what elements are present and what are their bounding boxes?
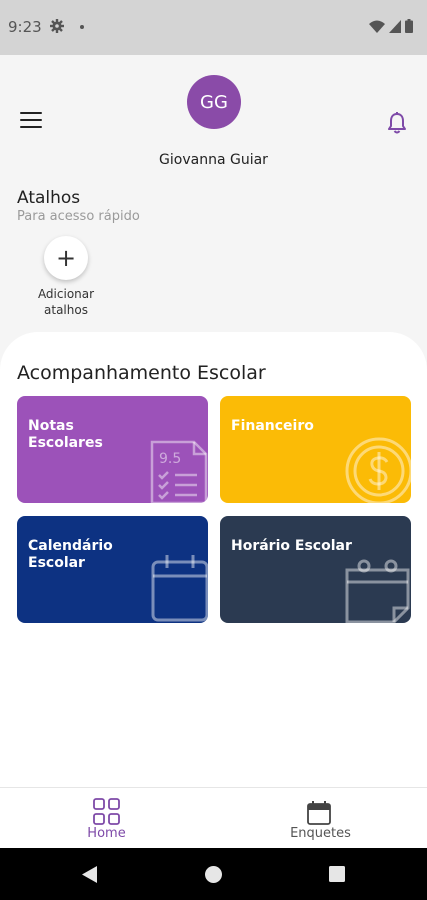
status-indicators <box>369 19 413 33</box>
cell-signal-icon <box>389 19 401 33</box>
nav-polls-label: Enquetes <box>290 826 351 841</box>
calendar-polls-icon <box>307 801 331 825</box>
add-shortcut-label-line1: Adicionar <box>37 287 95 301</box>
nav-home-label: Home <box>87 826 126 841</box>
app-header: GG Giovanna Guiar <box>0 55 427 180</box>
card-financial[interactable]: Financeiro <box>220 396 411 503</box>
recents-icon[interactable] <box>329 866 345 882</box>
card-schedule[interactable]: Horário Escolar <box>220 516 411 623</box>
card-calendar[interactable]: Calendário Escolar <box>17 516 208 623</box>
bottom-navigation: Home Enquetes <box>0 787 427 848</box>
card-financial-label: Financeiro <box>231 418 314 434</box>
nav-polls[interactable]: Enquetes <box>214 788 427 849</box>
calendar-icon <box>151 555 208 622</box>
status-bar: 9:23 <box>0 0 427 55</box>
shortcuts-title: Atalhos <box>17 188 81 208</box>
system-navigation-bar <box>0 848 427 900</box>
avatar[interactable]: GG <box>187 75 241 129</box>
status-time: 9:23 <box>8 18 42 36</box>
hamburger-menu-icon[interactable] <box>20 112 42 130</box>
user-name: Giovanna Guiar <box>159 152 268 168</box>
card-schedule-label: Horário Escolar <box>231 538 352 554</box>
add-shortcut-label-line2: atalhos <box>44 303 88 317</box>
wifi-icon <box>369 20 385 33</box>
home-circle-icon[interactable] <box>205 866 222 883</box>
schedule-icon <box>345 559 410 623</box>
bell-icon[interactable] <box>386 111 408 135</box>
battery-icon <box>405 19 413 33</box>
settings-gear-icon <box>50 19 64 38</box>
section-title: Acompanhamento Escolar <box>17 362 266 384</box>
grade-value-text: 9.5 <box>159 451 181 467</box>
card-grades[interactable]: Notas Escolares 9.5 <box>17 396 208 503</box>
card-grades-label-line1: Notas <box>28 418 74 434</box>
nav-home[interactable]: Home <box>0 788 213 849</box>
grid-home-icon <box>93 798 120 825</box>
notification-dot-icon <box>80 25 84 29</box>
plus-icon[interactable]: + <box>44 236 88 280</box>
report-card-icon: 9.5 <box>150 440 208 503</box>
back-icon[interactable] <box>82 866 98 883</box>
dollar-coin-icon <box>345 437 411 503</box>
shortcuts-subtitle: Para acesso rápido <box>17 209 140 224</box>
add-shortcut-button[interactable]: + Adicionar atalhos <box>24 236 108 318</box>
